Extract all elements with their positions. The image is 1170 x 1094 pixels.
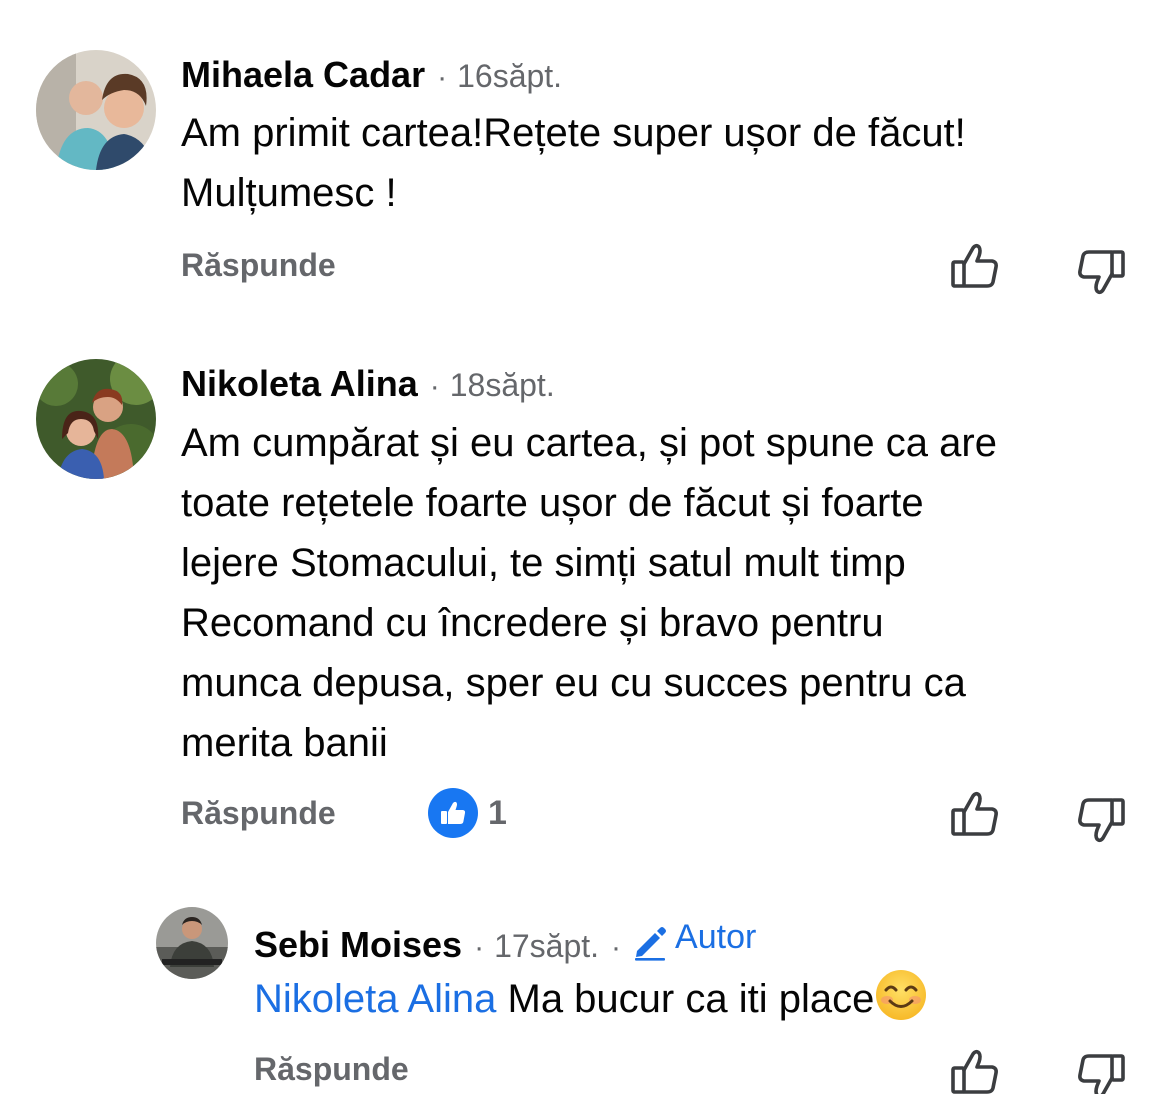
reaction-count: 1 xyxy=(488,793,507,832)
comment-line: munca depusa, sper eu cu succes pentru c… xyxy=(181,661,966,705)
like-reaction-icon xyxy=(428,788,478,838)
comment-text: Am primit cartea!Rețete super ușor de fă… xyxy=(181,103,966,223)
thumbs-down-icon[interactable] xyxy=(1075,1050,1127,1094)
pencil-icon xyxy=(635,926,667,961)
comment-actions: Răspunde xyxy=(0,236,1170,296)
timestamp[interactable]: 18săpt. xyxy=(450,367,555,404)
avatar[interactable] xyxy=(36,50,156,170)
timestamp[interactable]: 17săpt. xyxy=(494,928,599,965)
comment-line: Recomand cu încredere și bravo pentru xyxy=(181,601,884,645)
smiling-face-emoji xyxy=(874,968,928,1022)
mention-link[interactable]: Nikoleta Alina xyxy=(254,977,496,1021)
thumbs-down-icon[interactable] xyxy=(1075,246,1127,298)
comment-line: merita banii xyxy=(181,721,388,765)
comment-text: Am cumpărat și eu cartea, și pot spune c… xyxy=(181,413,997,773)
separator: · xyxy=(611,930,622,964)
comment-line: toate rețetele foarte ușor de făcut și f… xyxy=(181,481,924,525)
comment-header: Mihaela Cadar · 16săpt. xyxy=(181,54,562,96)
timestamp[interactable]: 16săpt. xyxy=(457,58,562,95)
comment-line: Am cumpărat și eu cartea, și pot spune c… xyxy=(181,421,997,465)
comment-text: Nikoleta Alina Ma bucur ca iti place xyxy=(254,968,928,1029)
reply-button[interactable]: Răspunde xyxy=(181,795,336,832)
comment-header: Nikoleta Alina · 18săpt. xyxy=(181,363,555,405)
thumbs-down-icon[interactable] xyxy=(1075,794,1127,846)
avatar[interactable] xyxy=(36,359,156,479)
avatar[interactable] xyxy=(156,907,228,979)
reaction-summary[interactable]: 1 xyxy=(428,788,507,838)
comment-header: Sebi Moises · 17săpt. · Autor xyxy=(254,918,756,966)
separator: · xyxy=(429,370,440,403)
reply-text: Ma bucur ca iti place xyxy=(507,977,875,1021)
comment-line: Mulțumesc ! xyxy=(181,171,397,215)
separator: · xyxy=(437,61,448,94)
author-name[interactable]: Sebi Moises xyxy=(254,924,462,966)
author-name[interactable]: Nikoleta Alina xyxy=(181,363,418,405)
separator: · xyxy=(474,930,485,964)
reply-button[interactable]: Răspunde xyxy=(181,247,336,284)
comment-actions: Răspunde xyxy=(0,1040,1170,1094)
author-name[interactable]: Mihaela Cadar xyxy=(181,54,425,96)
thumbs-up-icon[interactable] xyxy=(949,788,1001,840)
reply-button[interactable]: Răspunde xyxy=(254,1051,409,1088)
thumbs-up-icon[interactable] xyxy=(949,240,1001,292)
comment-actions: Răspunde 1 xyxy=(0,784,1170,844)
comment-line: Am primit cartea!Rețete super ușor de fă… xyxy=(181,111,966,155)
author-badge: Autor xyxy=(631,918,757,961)
thumbs-up-icon[interactable] xyxy=(949,1046,1001,1094)
comment-line: lejere Stomacului, te simți satul mult t… xyxy=(181,541,906,585)
author-badge-label: Autor xyxy=(675,918,757,956)
